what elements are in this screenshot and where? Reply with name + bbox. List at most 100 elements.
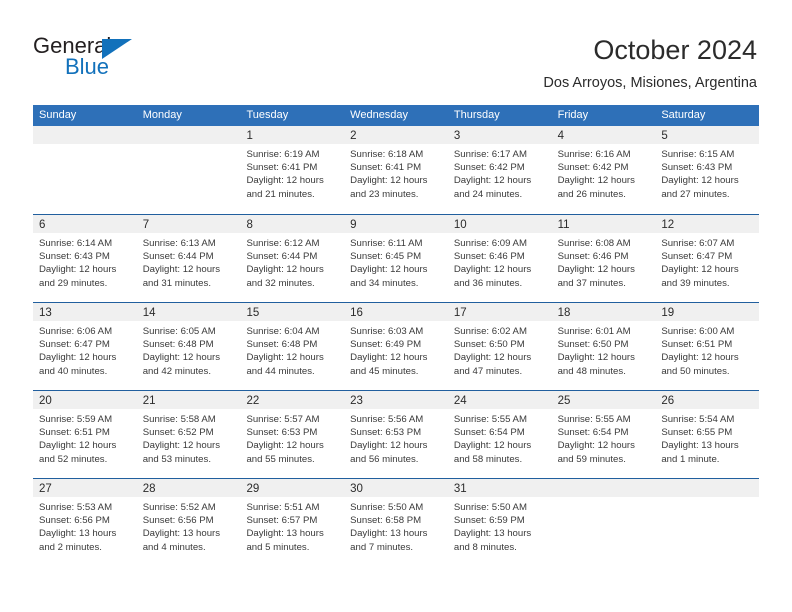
calendar-day-cell[interactable]: 28 Sunrise: 5:52 AM Sunset: 6:56 PM Dayligh… — [136, 479, 241, 566]
sunrise-text: Sunrise: 5:50 AM — [350, 502, 424, 513]
calendar-day-cell[interactable]: 5 Sunrise: 6:15 AM Sunset: 6:43 PM Daylight… — [655, 126, 760, 214]
calendar-week-row: 27 Sunrise: 5:53 AM Sunset: 6:56 PM Dayligh… — [33, 478, 760, 566]
daylight-text-line2: and 2 minutes. — [39, 541, 102, 553]
calendar-day-cell[interactable]: 14 Sunrise: 6:05 AM Sunset: 6:48 PM Dayligh… — [136, 303, 241, 390]
sunrise-text: Sunrise: 6:05 AM — [142, 326, 216, 337]
sunrise-text: Sunrise: 6:01 AM — [557, 326, 631, 337]
calendar-day-cell[interactable]: 26 Sunrise: 5:54 AM Sunset: 6:55 PM Dayligh… — [655, 391, 760, 478]
calendar-day-cell[interactable]: 16 Sunrise: 6:03 AM Sunset: 6:49 PM Dayligh… — [344, 303, 448, 390]
day-number: 21 — [142, 395, 156, 407]
calendar-day-cell[interactable]: 19 Sunrise: 6:00 AM Sunset: 6:51 PM Dayligh… — [655, 303, 760, 390]
sunset-text: Sunset: 6:45 PM — [350, 251, 422, 263]
calendar-day-cell[interactable]: 10 Sunrise: 6:09 AM Sunset: 6:46 PM Dayligh… — [447, 215, 552, 302]
day-details: Sunrise: 5:52 AM Sunset: 6:56 PM Daylight:… — [137, 497, 241, 554]
sunset-text: Sunset: 6:53 PM — [246, 427, 318, 439]
day-details: Sunrise: 5:50 AM Sunset: 6:59 PM Daylight:… — [448, 497, 552, 554]
day-details: Sunrise: 5:55 AM Sunset: 6:54 PM Daylight:… — [448, 409, 552, 466]
sunrise-text: Sunrise: 6:13 AM — [142, 238, 216, 249]
day-number: 31 — [453, 483, 467, 495]
sunrise-text: Sunrise: 5:56 AM — [350, 414, 424, 425]
calendar-day-cell[interactable]: 12 Sunrise: 6:07 AM Sunset: 6:47 PM Dayligh… — [655, 215, 760, 302]
general-blue-logo[interactable]: General Blue — [33, 34, 213, 90]
day-number-band: 21 — [136, 391, 241, 409]
day-number-band: 25 — [551, 391, 656, 409]
sunset-text: Sunset: 6:47 PM — [39, 339, 110, 351]
calendar-day-cell[interactable]: 4 Sunrise: 6:16 AM Sunset: 6:42 PM Daylight… — [551, 126, 656, 214]
day-details: Sunrise: 5:51 AM Sunset: 6:57 PM Daylight:… — [240, 497, 344, 554]
sunset-text: Sunset: 6:49 PM — [350, 339, 422, 351]
calendar-day-cell[interactable]: 6 Sunrise: 6:14 AM Sunset: 6:43 PM Daylight… — [33, 215, 137, 302]
calendar-day-cell[interactable]: 3 Sunrise: 6:17 AM Sunset: 6:42 PM Daylight… — [447, 126, 552, 214]
calendar-grid: Sunday Monday Tuesday Wednesday Thursday… — [33, 105, 760, 566]
calendar-day-cell[interactable]: 11 Sunrise: 6:08 AM Sunset: 6:46 PM Dayligh… — [551, 215, 656, 302]
calendar-day-cell[interactable]: 2 Sunrise: 6:18 AM Sunset: 6:41 PM Daylight… — [344, 126, 448, 214]
weekday-header-row: Sunday Monday Tuesday Wednesday Thursday… — [33, 105, 759, 126]
calendar-day-cell-empty — [551, 479, 656, 566]
calendar-day-cell[interactable]: 9 Sunrise: 6:11 AM Sunset: 6:45 PM Daylight… — [344, 215, 448, 302]
sunset-text: Sunset: 6:46 PM — [453, 251, 525, 263]
day-number: 3 — [453, 130, 461, 142]
day-number: 11 — [557, 219, 570, 231]
daylight-text-line2: and 5 minutes. — [246, 541, 310, 553]
day-details: Sunrise: 6:12 AM Sunset: 6:44 PM Daylight:… — [240, 233, 344, 290]
day-details: Sunrise: 6:08 AM Sunset: 6:46 PM Daylight:… — [552, 233, 656, 290]
calendar-day-cell[interactable]: 24 Sunrise: 5:55 AM Sunset: 6:54 PM Dayligh… — [447, 391, 552, 478]
day-number-band: 12 — [655, 215, 760, 233]
day-details: Sunrise: 6:02 AM Sunset: 6:50 PM Daylight:… — [448, 321, 552, 378]
day-details: Sunrise: 6:05 AM Sunset: 6:48 PM Daylight:… — [137, 321, 241, 378]
day-number-band: 7 — [136, 215, 241, 233]
page-subtitle: Dos Arroyos, Misiones, Argentina — [543, 75, 757, 91]
calendar-day-cell[interactable]: 20 Sunrise: 5:59 AM Sunset: 6:51 PM Dayligh… — [33, 391, 137, 478]
daylight-text-line2: and 8 minutes. — [453, 541, 517, 553]
day-number-band: 17 — [447, 303, 552, 321]
day-number-band: 6 — [33, 215, 137, 233]
day-number-band: 24 — [447, 391, 552, 409]
calendar-day-cell[interactable]: 29 Sunrise: 5:51 AM Sunset: 6:57 PM Dayligh… — [240, 479, 345, 566]
calendar-day-cell[interactable]: 15 Sunrise: 6:04 AM Sunset: 6:48 PM Dayligh… — [240, 303, 345, 390]
daylight-text-line1: Daylight: 13 hours — [661, 440, 739, 452]
day-number-band: 16 — [344, 303, 448, 321]
day-number: 25 — [557, 395, 571, 407]
calendar-day-cell[interactable]: 30 Sunrise: 5:50 AM Sunset: 6:58 PM Dayligh… — [344, 479, 448, 566]
daylight-text-line2: and 58 minutes. — [453, 453, 523, 465]
calendar-day-cell[interactable]: 17 Sunrise: 6:02 AM Sunset: 6:50 PM Dayligh… — [447, 303, 552, 390]
daylight-text-line2: and 34 minutes. — [350, 277, 419, 289]
sunset-text: Sunset: 6:51 PM — [661, 339, 733, 351]
daylight-text-line2: and 23 minutes. — [350, 188, 419, 200]
daylight-text-line2: and 48 minutes. — [557, 365, 626, 377]
daylight-text-line2: and 40 minutes. — [39, 365, 108, 377]
day-number: 12 — [661, 219, 675, 231]
calendar-day-cell[interactable]: 8 Sunrise: 6:12 AM Sunset: 6:44 PM Daylight… — [240, 215, 345, 302]
sunset-text: Sunset: 6:54 PM — [557, 427, 629, 439]
sunset-text: Sunset: 6:46 PM — [557, 251, 629, 263]
day-details: Sunrise: 6:18 AM Sunset: 6:41 PM Daylight:… — [344, 144, 448, 201]
calendar-day-cell[interactable]: 25 Sunrise: 5:55 AM Sunset: 6:54 PM Dayligh… — [551, 391, 656, 478]
calendar-week-row: 20 Sunrise: 5:59 AM Sunset: 6:51 PM Dayligh… — [33, 390, 760, 478]
day-number-band: 14 — [136, 303, 241, 321]
daylight-text-line1: Daylight: 12 hours — [557, 175, 635, 187]
sunset-text: Sunset: 6:57 PM — [246, 515, 318, 527]
calendar-day-cell[interactable]: 22 Sunrise: 5:57 AM Sunset: 6:53 PM Dayligh… — [240, 391, 345, 478]
daylight-text-line1: Daylight: 12 hours — [453, 175, 532, 187]
day-number: 5 — [661, 130, 668, 142]
day-details: Sunrise: 5:50 AM Sunset: 6:58 PM Daylight:… — [344, 497, 448, 554]
sunset-text: Sunset: 6:58 PM — [350, 515, 422, 527]
calendar-day-cell[interactable]: 31 Sunrise: 5:50 AM Sunset: 6:59 PM Dayligh… — [447, 479, 552, 566]
calendar-day-cell[interactable]: 13 Sunrise: 6:06 AM Sunset: 6:47 PM Dayligh… — [33, 303, 137, 390]
day-details: Sunrise: 6:15 AM Sunset: 6:43 PM Daylight:… — [655, 144, 759, 201]
daylight-text-line1: Daylight: 12 hours — [246, 175, 324, 187]
calendar-day-cell[interactable]: 18 Sunrise: 6:01 AM Sunset: 6:50 PM Dayligh… — [551, 303, 656, 390]
calendar-day-cell[interactable]: 7 Sunrise: 6:13 AM Sunset: 6:44 PM Daylight… — [136, 215, 241, 302]
day-number-band: 13 — [33, 303, 137, 321]
calendar-day-cell[interactable]: 1 Sunrise: 6:19 AM Sunset: 6:41 PM Daylight… — [240, 126, 345, 214]
calendar-day-cell[interactable]: 23 Sunrise: 5:56 AM Sunset: 6:53 PM Dayligh… — [344, 391, 448, 478]
day-number-band — [33, 126, 137, 144]
sunrise-text: Sunrise: 6:09 AM — [453, 238, 527, 249]
calendar-day-cell[interactable]: 21 Sunrise: 5:58 AM Sunset: 6:52 PM Dayligh… — [136, 391, 241, 478]
daylight-text-line1: Daylight: 12 hours — [142, 352, 221, 364]
title-block: October 2024 Dos Arroyos, Misiones, Arge… — [543, 34, 757, 93]
calendar-day-cell[interactable]: 27 Sunrise: 5:53 AM Sunset: 6:56 PM Dayligh… — [33, 479, 137, 566]
day-details: Sunrise: 6:13 AM Sunset: 6:44 PM Daylight:… — [137, 233, 241, 290]
daylight-text-line1: Daylight: 12 hours — [142, 440, 221, 452]
day-number-band: 9 — [344, 215, 448, 233]
